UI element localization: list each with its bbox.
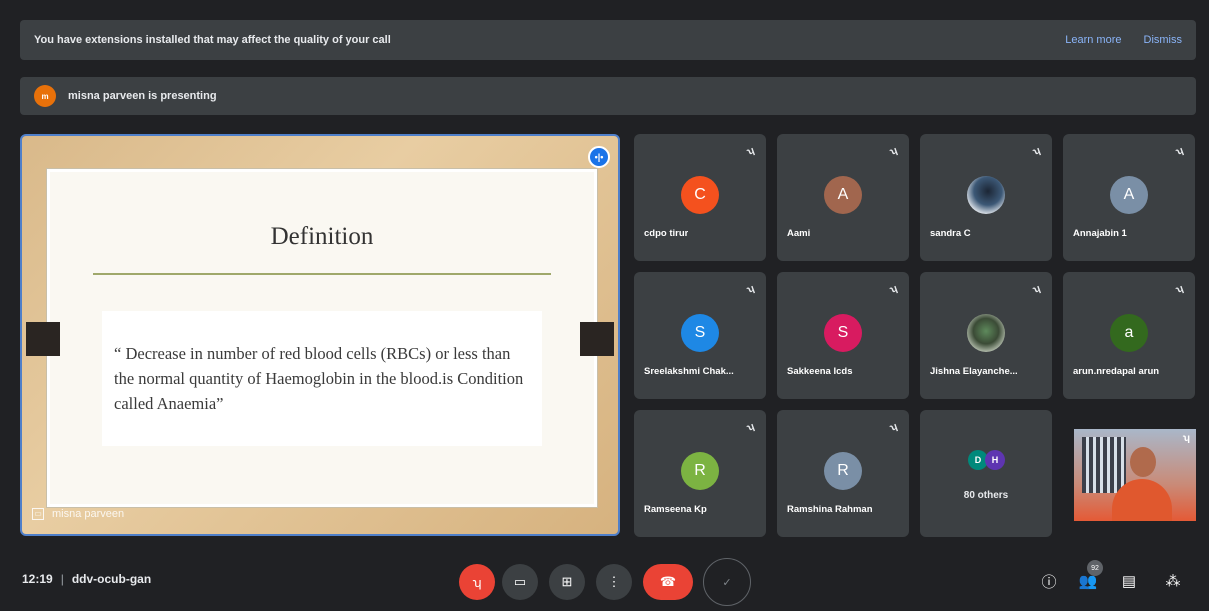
participant-tile[interactable]: ʮ C cdpo tirur: [634, 134, 766, 261]
participant-tile[interactable]: ʮ R Ramseena Kp: [634, 410, 766, 537]
self-view-tile[interactable]: ʮ: [1074, 429, 1196, 521]
activities-button[interactable]: ⁂: [1160, 568, 1186, 594]
present-icon: ⊞: [561, 574, 573, 589]
participant-tile[interactable]: ʮ A Annajabin 1: [1063, 134, 1195, 261]
self-view-background: [1082, 437, 1126, 493]
mic-off-icon: ʮ: [745, 283, 756, 296]
participant-tile[interactable]: ʮ A Aami: [777, 134, 909, 261]
others-count-label: 80 others: [963, 490, 1009, 501]
present-screen-button[interactable]: ⊞: [549, 564, 585, 600]
audio-indicator-icon: •|•: [588, 146, 610, 168]
others-avatar: H: [985, 450, 1005, 470]
banner-message: You have extensions installed that may a…: [34, 34, 391, 46]
extensions-warning-banner: You have extensions installed that may a…: [20, 20, 1196, 60]
chat-icon: ▤: [1121, 573, 1137, 590]
participant-name: Aami: [787, 228, 811, 239]
participant-avatar: R: [824, 452, 862, 490]
participant-name: sandra C: [930, 228, 971, 239]
people-count-badge: 92: [1087, 560, 1103, 576]
camera-toggle-button[interactable]: ▭: [502, 564, 538, 600]
hang-up-icon: ☎: [659, 574, 677, 589]
slide-body-text: “ Decrease in number of red blood cells …: [102, 311, 542, 446]
learn-more-link[interactable]: Learn more: [1065, 34, 1121, 46]
extension-ring-button[interactable]: ✓: [703, 558, 751, 606]
participant-name: cdpo tirur: [644, 228, 689, 239]
presenter-avatar: m: [34, 85, 56, 107]
participant-name: Sakkeena Icds: [787, 366, 853, 377]
participant-name: arun.nredapal arun: [1073, 366, 1160, 377]
mic-off-icon: ʮ: [1031, 283, 1042, 296]
participant-avatar: A: [824, 176, 862, 214]
participant-tile[interactable]: ʮ a arun.nredapal arun: [1063, 272, 1195, 399]
mic-off-icon: ʮ: [888, 421, 899, 434]
mic-off-icon: ʮ: [745, 145, 756, 158]
bottom-toolbar: 12:19 | ddv-ocub-gan ʮ ▭ ⊞ ⋮ ☎ ✓ ⓘ 👥 92 ▤ …: [0, 552, 1209, 611]
participant-name: Annajabin 1: [1073, 228, 1127, 239]
participant-avatar: S: [824, 314, 862, 352]
more-options-button[interactable]: ⋮: [596, 564, 632, 600]
participant-tile[interactable]: ʮ S Sreelakshmi Chak...: [634, 272, 766, 399]
current-time: 12:19: [22, 572, 53, 586]
participant-avatar: a: [1110, 314, 1148, 352]
participant-name: Jishna Elayanche...: [930, 366, 1018, 377]
participant-tile[interactable]: ʮ S Sakkeena Icds: [777, 272, 909, 399]
slide-next-marker: [580, 322, 614, 356]
slide-title: Definition: [270, 223, 374, 250]
others-tile[interactable]: D H 80 others: [920, 410, 1052, 537]
participant-photo-avatar: [967, 314, 1005, 352]
participant-name: Ramshina Rahman: [787, 504, 873, 515]
participant-name: Ramseena Kp: [644, 504, 707, 515]
participant-tile[interactable]: ʮ R Ramshina Rahman: [777, 410, 909, 537]
presenting-bar: m misna parveen is presenting: [20, 77, 1196, 115]
participant-tile[interactable]: ʮ Jishna Elayanche...: [920, 272, 1052, 399]
mic-off-icon: ʮ: [888, 283, 899, 296]
slide-prev-marker: [26, 322, 60, 356]
info-icon: ⓘ: [1041, 573, 1057, 591]
participant-avatar: A: [1110, 176, 1148, 214]
mic-off-icon: ʮ: [745, 421, 756, 434]
presentation-slide: Definition “ Decrease in number of red b…: [46, 168, 598, 508]
mic-off-icon: ʮ: [472, 574, 482, 590]
participant-photo-avatar: [967, 176, 1005, 214]
mic-off-icon: ʮ: [1174, 283, 1185, 296]
leave-call-button[interactable]: ☎: [643, 564, 693, 600]
camera-icon: ▭: [513, 574, 527, 589]
activities-icon: ⁂: [1165, 573, 1181, 590]
check-icon: ✓: [722, 576, 732, 589]
presentation-stage[interactable]: Definition “ Decrease in number of red b…: [20, 134, 620, 536]
mic-off-icon: ʮ: [1182, 433, 1190, 444]
mic-toggle-button[interactable]: ʮ: [459, 564, 495, 600]
dismiss-button[interactable]: Dismiss: [1144, 34, 1183, 46]
self-view-face: [1130, 447, 1156, 477]
stage-presenter-name: misna parveen: [52, 508, 125, 520]
participant-avatar: S: [681, 314, 719, 352]
people-button[interactable]: 👥 92: [1075, 560, 1103, 594]
others-avatars: D H: [968, 450, 1005, 470]
chat-button[interactable]: ▤: [1116, 568, 1142, 594]
mic-off-icon: ʮ: [1031, 145, 1042, 158]
mic-off-icon: ʮ: [1174, 145, 1185, 158]
meeting-code: ddv-ocub-gan: [71, 572, 152, 586]
participant-avatar: R: [681, 452, 719, 490]
screen-share-icon: ▭: [32, 508, 44, 520]
participant-tile[interactable]: ʮ sandra C: [920, 134, 1052, 261]
slide-divider: [93, 273, 551, 275]
stage-presenter-label: ▭ misna parveen: [32, 508, 124, 520]
more-vert-icon: ⋮: [607, 574, 621, 589]
presenting-text: misna parveen is presenting: [68, 90, 217, 102]
mic-off-icon: ʮ: [888, 145, 899, 158]
participant-avatar: C: [681, 176, 719, 214]
meeting-info: 12:19 | ddv-ocub-gan: [22, 572, 152, 586]
meeting-details-button[interactable]: ⓘ: [1036, 568, 1062, 594]
participant-name: Sreelakshmi Chak...: [644, 366, 734, 377]
